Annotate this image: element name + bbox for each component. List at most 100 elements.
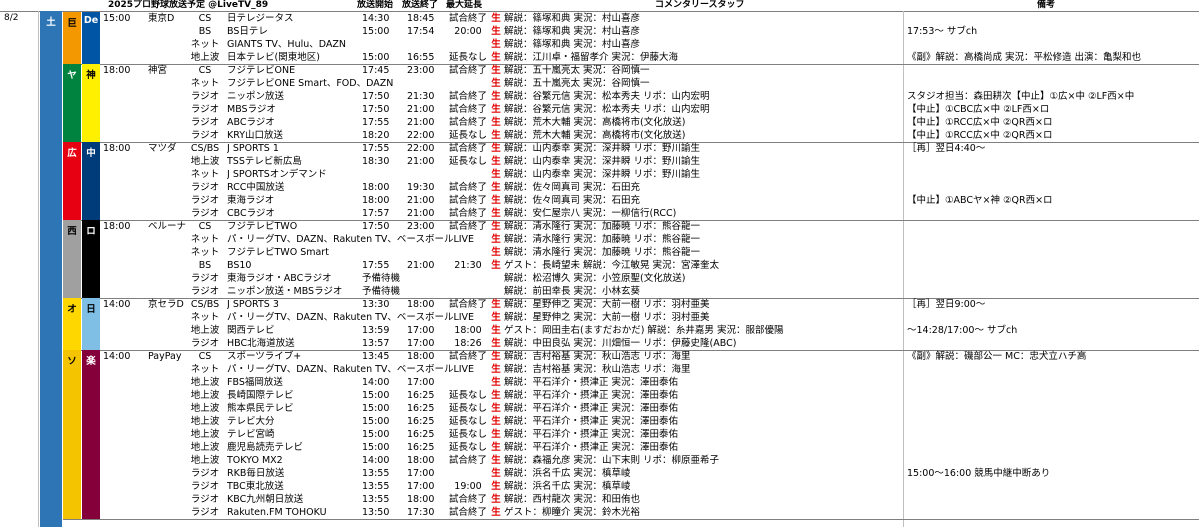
end-time: 22:00 xyxy=(407,143,435,154)
media-type: CS xyxy=(198,351,212,362)
commentary-staff: 解説：清水隆行 実況：加藤暁 リポ：熊谷龍一 xyxy=(504,234,701,245)
commentary-staff: 解説：平石洋介・摂津正 実況：澤田泰佑 xyxy=(504,416,679,427)
max-extension: 18:00 xyxy=(454,325,482,336)
commentary-staff: 解説：吉村裕基 実況：秋山浩志 リポ：海里 xyxy=(504,351,691,362)
start-time: 14:00 xyxy=(362,377,390,388)
end-time: 17:00 xyxy=(407,481,435,492)
home-team-badge: 広 xyxy=(63,142,81,220)
media-type: 地上波 xyxy=(190,403,220,414)
date-label: 8/2 xyxy=(4,13,19,23)
media-type: ネット xyxy=(190,247,220,258)
media-type: ラジオ xyxy=(190,338,220,349)
broadcast-note: 【中止】①RCC広×中 ②QR西×ロ xyxy=(907,130,1053,141)
broadcast-note: 【中止】①CBC広×中 ②LF西×ロ xyxy=(907,104,1050,115)
max-extension: 延長なし xyxy=(448,390,487,401)
end-time: 16:25 xyxy=(407,403,435,414)
commentary-staff: 解説：平石洋介・摂津正 実況：澤田泰佑 xyxy=(504,390,679,401)
station-name: パ・リーグTV、DAZN、Rakuten TV、ベースボールLIVE xyxy=(227,312,475,323)
end-time: 16:25 xyxy=(407,416,435,427)
commentary-staff: 解説：安仁屋宗八 実況：一柳信行(RCC) xyxy=(504,208,677,219)
start-time: 15:00 xyxy=(362,26,390,37)
commentary-staff: 解説：前田幸長 実況：小林玄葵 xyxy=(504,286,641,297)
max-extension: 20:00 xyxy=(454,26,482,37)
broadcast-note: 《副》解説：高橋尚成 実況：平松修造 出演：亀梨和也 xyxy=(907,52,1142,63)
media-type: ラジオ xyxy=(190,468,220,479)
media-type: 地上波 xyxy=(190,429,220,440)
home-team-badge: ソ xyxy=(63,350,81,519)
header-commentary: コメンタリースタッフ xyxy=(655,0,745,10)
station-name: パ・リーグTV、DAZN、Rakuten TV、ベースボールLIVE xyxy=(227,364,475,375)
commentary-staff: 解説：谷繁元信 実況：松本秀夫 リポ：山内宏明 xyxy=(504,91,710,102)
media-type: CS/BS xyxy=(190,143,220,154)
media-type: CS/BS xyxy=(190,299,220,310)
end-time: 23:00 xyxy=(407,65,435,76)
live-mark: 生 xyxy=(491,338,501,349)
game-start-time: 18:00 xyxy=(103,143,131,154)
live-mark: 生 xyxy=(491,442,501,453)
end-time: 17:00 xyxy=(407,468,435,479)
broadcast-schedule-sheet: 2025プロ野球放送予定 @LiveTV_89 放送開始 放送終了 最大延長 コ… xyxy=(0,0,1199,527)
venue-name: 東京D xyxy=(148,13,175,24)
game-start-time: 18:00 xyxy=(103,221,131,232)
sheet-title: 2025プロ野球放送予定 @LiveTV_89 xyxy=(108,0,269,10)
media-type: 地上波 xyxy=(190,156,220,167)
end-time: 22:00 xyxy=(407,130,435,141)
max-extension: 19:00 xyxy=(454,481,482,492)
commentary-staff: 解説：中田良弘 実況：川畑恒一 リポ：伊藤史隆(ABC) xyxy=(504,338,737,349)
end-time: 23:00 xyxy=(407,221,435,232)
commentary-staff: 解説：山内泰幸 実況：深井瞬 リポ：野川諭生 xyxy=(504,169,701,180)
end-time: 17:30 xyxy=(407,507,435,518)
media-type: ネット xyxy=(190,234,220,245)
live-mark: 生 xyxy=(491,507,501,518)
start-time: 18:30 xyxy=(362,156,390,167)
max-extension: 18:26 xyxy=(454,338,482,349)
media-type: ラジオ xyxy=(190,91,220,102)
commentary-staff: ゲスト：柳瞳介 実況：鈴木光裕 xyxy=(504,507,641,518)
end-time: 21:00 xyxy=(407,117,435,128)
away-team-badge: 楽 xyxy=(82,350,100,519)
commentary-staff: 解説：佐々岡真司 実況：石田充 xyxy=(504,195,641,206)
live-mark: 生 xyxy=(491,403,501,414)
start-time: 17:55 xyxy=(362,260,390,271)
live-mark: 生 xyxy=(491,455,501,466)
end-time: 21:00 xyxy=(407,156,435,167)
live-mark: 生 xyxy=(491,39,501,50)
max-extension: 延長なし xyxy=(448,52,487,63)
start-time: 15:00 xyxy=(362,442,390,453)
game-start-time: 14:00 xyxy=(103,351,131,362)
live-mark: 生 xyxy=(491,234,501,245)
broadcast-note: ［再］翌日9:00～ xyxy=(907,299,986,310)
media-type: CS xyxy=(198,221,212,232)
max-extension: 延長なし xyxy=(448,429,487,440)
max-extension: 延長なし xyxy=(448,130,487,141)
start-time: 13:45 xyxy=(362,351,390,362)
end-time: 21:30 xyxy=(407,91,435,102)
header-max-extension: 最大延長 xyxy=(446,0,483,10)
media-type: 地上波 xyxy=(190,442,220,453)
max-extension: 延長なし xyxy=(448,416,487,427)
end-time: 16:25 xyxy=(407,390,435,401)
live-mark: 生 xyxy=(491,182,501,193)
commentary-staff: 解説：清水隆行 実況：加藤暁 リポ：熊谷龍一 xyxy=(504,221,701,232)
start-time: 17:55 xyxy=(362,143,390,154)
live-mark: 生 xyxy=(491,52,501,63)
max-extension: 延長なし xyxy=(448,403,487,414)
station-name: フジテレビONE Smart、FOD、DAZN xyxy=(227,78,394,89)
game-start-time: 14:00 xyxy=(103,299,131,310)
start-time: 予備待機 xyxy=(362,273,401,284)
start-time: 15:00 xyxy=(362,403,390,414)
start-time: 13:57 xyxy=(362,338,390,349)
media-type: ラジオ xyxy=(190,182,220,193)
commentary-staff: 解説：荒木大輔 実況：高橋将市(文化放送) xyxy=(504,117,686,128)
max-extension: 延長なし xyxy=(448,156,487,167)
start-time: 14:00 xyxy=(362,455,390,466)
max-extension: 試合終了 xyxy=(448,13,487,24)
live-mark: 生 xyxy=(491,26,501,37)
start-time: 15:00 xyxy=(362,390,390,401)
away-team-badge: ロ xyxy=(82,220,100,298)
commentary-staff: 解説：西村龍次 実況：和田侑也 xyxy=(504,494,641,505)
live-mark: 生 xyxy=(491,156,501,167)
live-mark: 生 xyxy=(491,65,501,76)
away-team-badge: 神 xyxy=(82,64,100,142)
live-mark: 生 xyxy=(491,377,501,388)
